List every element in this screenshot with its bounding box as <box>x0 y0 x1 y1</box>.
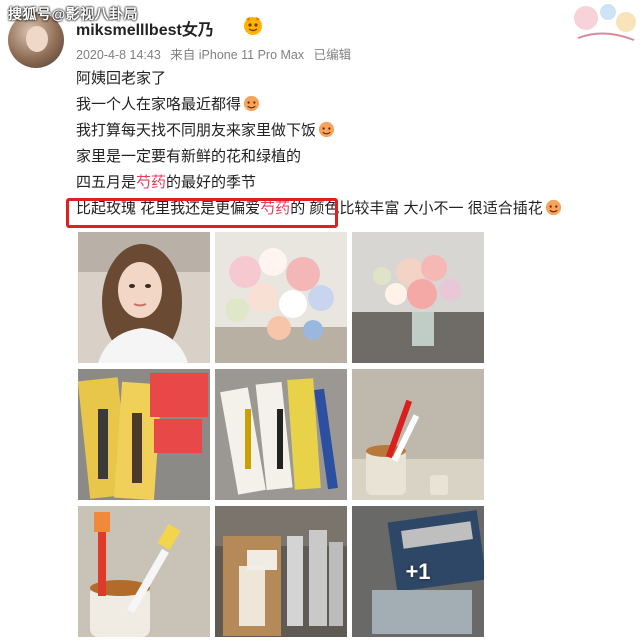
corner-decoration-icon <box>574 4 636 41</box>
photo-woman-portrait[interactable] <box>78 232 210 363</box>
post-line: 阿姨回老家了 <box>76 70 167 87</box>
highlight-word[interactable]: 芍药 <box>260 200 290 217</box>
post-source: 来自 iPhone 11 Pro Max <box>170 48 305 62</box>
photo-toothbrush-in-cup[interactable] <box>352 369 484 500</box>
post-line: 我打算每天找不同朋友来家里做下饭 <box>76 118 636 144</box>
photo-product-boxes[interactable]: +1 <box>352 506 484 637</box>
vip-badge-icon <box>244 17 262 35</box>
emoji-icon <box>318 121 335 138</box>
highlight-word[interactable]: 芍药 <box>136 174 166 191</box>
photo-flower-arrangement[interactable] <box>215 232 347 363</box>
post-line: 家里是一定要有新鲜的花和绿植的 <box>76 148 302 165</box>
edited-label: 已编辑 <box>313 48 352 62</box>
photo-flower-vase[interactable] <box>352 232 484 363</box>
post-line: 我一个人在家咯最近都得 <box>76 92 636 118</box>
post-meta: 2020-4-8 14:43 来自 iPhone 11 Pro Max 已编辑 <box>76 44 357 63</box>
post-line: 四五月是芍药的最好的季节 <box>76 174 257 191</box>
post-line: 比起玫瑰 花里我还是更偏爱芍药的 颜色比较丰富 大小不一 很适合插花 <box>76 196 636 222</box>
emoji-icon <box>545 199 561 216</box>
post-content: 阿姨回老家了 我一个人在家咯最近都得 我打算每天找不同朋友来家里做下饭 家里是一… <box>76 66 636 222</box>
photo-toothbrushes-on-floor[interactable] <box>215 369 347 500</box>
photo-toothbrush-packages[interactable] <box>78 369 210 500</box>
more-photos-count[interactable]: +1 <box>352 506 484 637</box>
photo-bottles-on-shelf[interactable] <box>215 506 347 637</box>
photo-toothbrushes-in-mug[interactable] <box>78 506 210 637</box>
watermark: 搜狐号@影视八卦局 <box>8 6 139 22</box>
post-timestamp[interactable]: 2020-4-8 14:43 <box>76 48 161 62</box>
emoji-icon <box>243 95 260 112</box>
